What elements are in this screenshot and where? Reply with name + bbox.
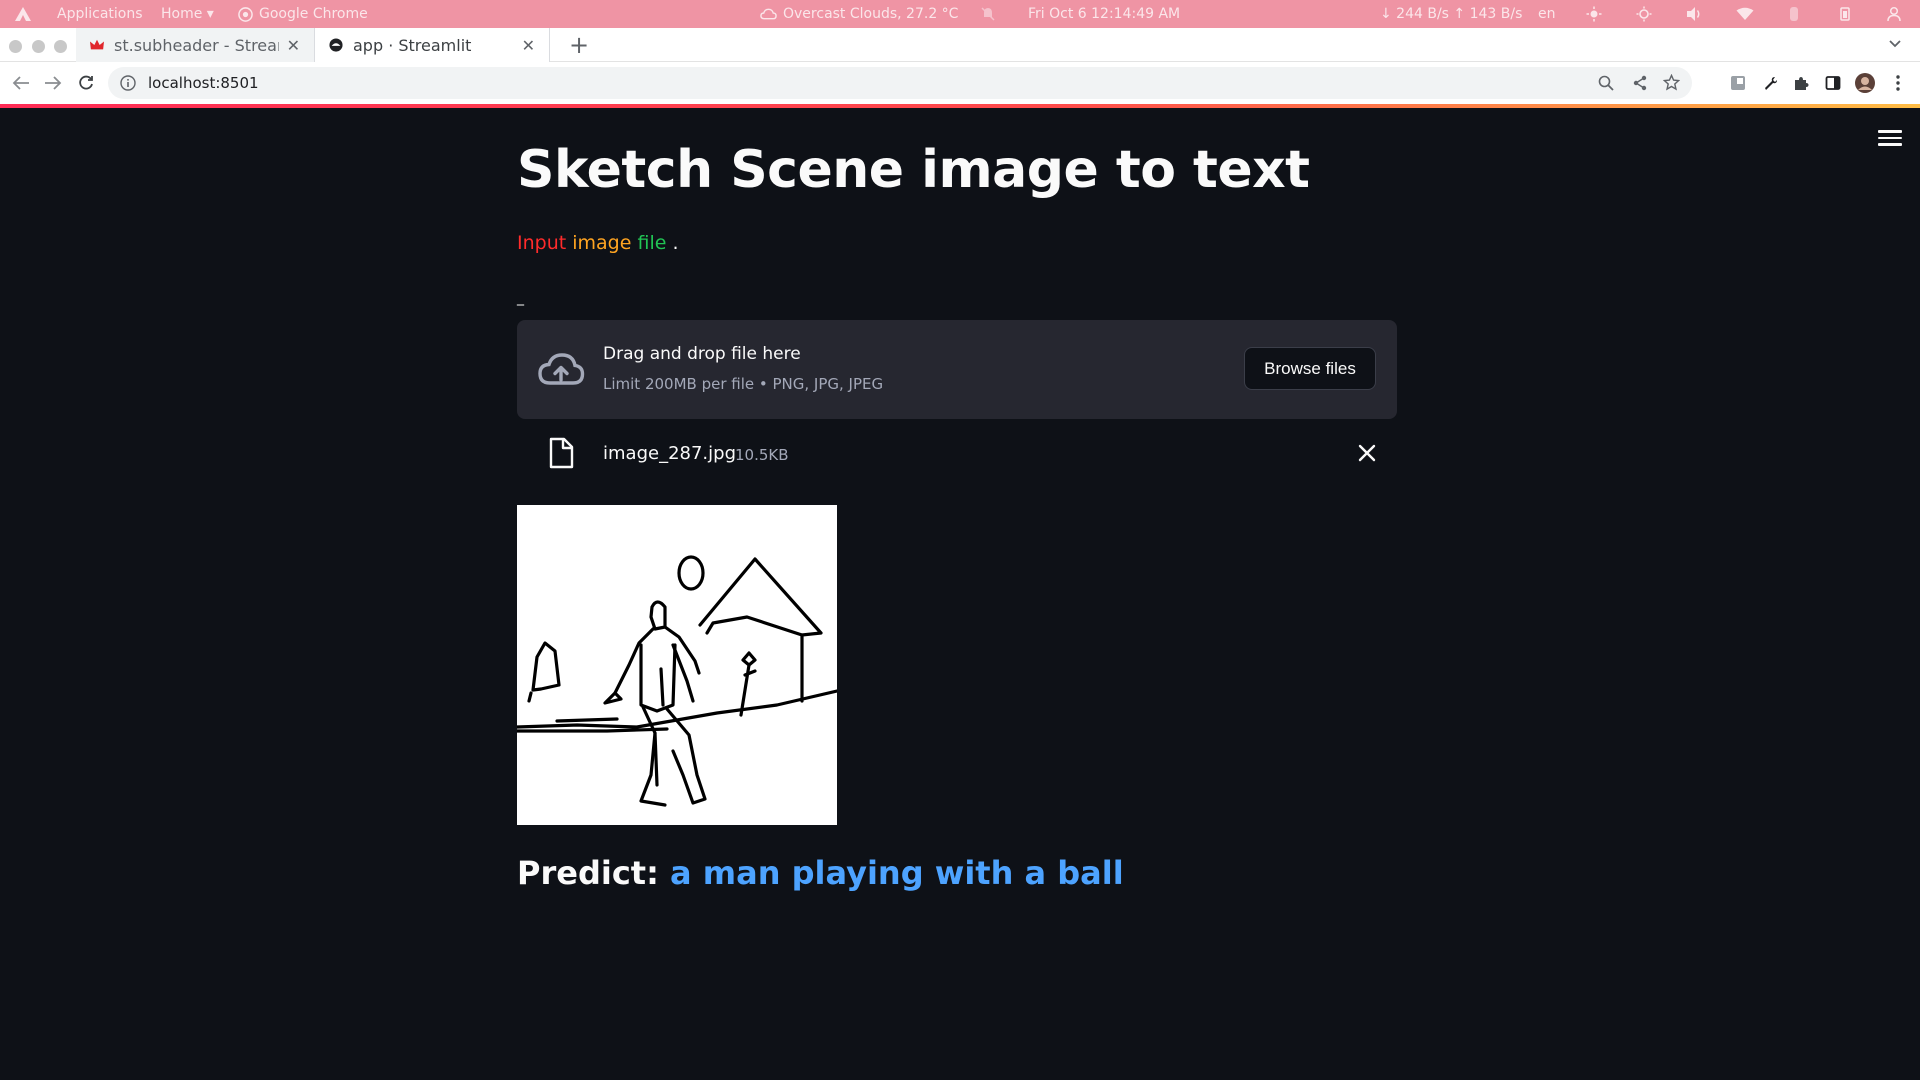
brightness-icon[interactable] — [1586, 0, 1602, 28]
url-text: localhost:8501 — [148, 74, 259, 92]
night-light-icon[interactable] — [1636, 0, 1652, 28]
app-favicon-icon — [329, 38, 343, 52]
os-active-app[interactable]: Google Chrome — [238, 0, 368, 28]
volume-icon[interactable] — [1686, 0, 1703, 28]
streamlit-app — [0, 108, 1920, 1080]
colored-subtitle: Input image file . — [517, 232, 679, 254]
bluetooth-icon[interactable] — [1788, 0, 1800, 28]
tab-title: st.subheader - Stream — [114, 35, 279, 55]
prediction-label: Predict: — [517, 854, 659, 892]
zoom-icon[interactable] — [1598, 75, 1614, 91]
subtitle-punctuation: . — [672, 232, 679, 254]
tab-title: app · Streamlit — [353, 35, 472, 55]
tab-app-streamlit[interactable]: app · Streamlit ✕ — [314, 28, 550, 62]
bell-muted-icon[interactable] — [980, 0, 996, 28]
tab-close-icon[interactable]: ✕ — [522, 36, 535, 55]
extension-wrench-icon[interactable] — [1760, 73, 1780, 93]
window-maximize-button[interactable] — [54, 40, 67, 53]
uploaded-file-row: image_287.jpg 10.5KB — [517, 431, 1397, 475]
uploaded-sketch-image — [517, 505, 837, 825]
subtitle-word-file: file — [637, 232, 667, 254]
browser-tab-strip: st.subheader - Stream ✕ app · Streamlit … — [0, 28, 1920, 62]
share-icon[interactable] — [1632, 75, 1648, 91]
chrome-icon — [238, 6, 253, 22]
os-clock[interactable]: Fri Oct 6 12:14:49 AM — [1028, 0, 1180, 28]
address-bar[interactable]: localhost:8501 — [108, 67, 1692, 99]
window-close-button[interactable] — [9, 40, 22, 53]
subtitle-word-input: Input — [517, 232, 567, 254]
back-arrow-icon[interactable] — [11, 73, 31, 93]
wifi-icon[interactable] — [1736, 0, 1754, 28]
window-minimize-button[interactable] — [32, 40, 45, 53]
prediction-value: a man playing with a ball — [670, 854, 1124, 892]
chrome-menu-icon[interactable] — [1888, 73, 1908, 93]
dropzone-limits: Limit 200MB per file • PNG, JPG, JPEG — [603, 375, 884, 393]
tab-search-chevron-icon[interactable] — [1888, 36, 1908, 56]
site-info-icon[interactable] — [120, 75, 136, 91]
page-title: Sketch Scene image to text — [517, 140, 1310, 200]
cloud-icon — [760, 8, 777, 20]
hamburger-menu-icon[interactable] — [1878, 126, 1902, 150]
tab-close-icon[interactable]: ✕ — [287, 36, 300, 55]
streamlit-crown-icon — [90, 39, 104, 50]
extension-image-icon[interactable] — [1728, 73, 1748, 93]
file-uploader-label: _ — [517, 290, 524, 306]
reload-icon[interactable] — [76, 73, 96, 93]
os-applications-menu[interactable]: Applications — [57, 0, 143, 28]
bookmark-star-icon[interactable] — [1663, 74, 1680, 91]
subtitle-word-image: image — [572, 232, 632, 254]
battery-icon[interactable] — [1836, 0, 1854, 28]
remove-file-close-icon[interactable] — [1355, 441, 1379, 465]
new-tab-button[interactable]: + — [566, 31, 592, 59]
os-home-menu[interactable]: Home ▾ — [161, 0, 214, 28]
profile-avatar[interactable] — [1855, 73, 1875, 93]
dropzone-instructions: Drag and drop file here — [603, 344, 801, 364]
cloud-upload-icon — [538, 353, 585, 385]
uploaded-file-size: 10.5KB — [735, 446, 789, 464]
prediction-result: Predict: a man playing with a ball — [517, 854, 1124, 892]
os-language[interactable]: en — [1538, 0, 1556, 28]
forward-arrow-icon[interactable] — [43, 73, 63, 93]
os-logo-icon[interactable] — [14, 0, 32, 28]
os-weather[interactable]: Overcast Clouds, 27.2 °C — [760, 0, 958, 28]
extensions-puzzle-icon[interactable] — [1791, 73, 1811, 93]
browse-files-button[interactable]: Browse files — [1244, 347, 1376, 390]
os-network-speed: ↓ 244 B/s ↑ 143 B/s — [1380, 6, 1523, 22]
file-dropzone[interactable]: Drag and drop file here Limit 200MB per … — [517, 320, 1397, 419]
os-top-panel: Applications Home ▾ Google Chrome Overca… — [0, 0, 1920, 28]
tab-st-subheader[interactable]: st.subheader - Stream ✕ — [76, 28, 314, 62]
user-icon[interactable] — [1886, 0, 1902, 28]
file-icon — [549, 437, 574, 469]
uploaded-file-name: image_287.jpg — [603, 443, 736, 464]
browser-toolbar: localhost:8501 — [0, 62, 1920, 104]
side-panel-icon[interactable] — [1823, 73, 1843, 93]
